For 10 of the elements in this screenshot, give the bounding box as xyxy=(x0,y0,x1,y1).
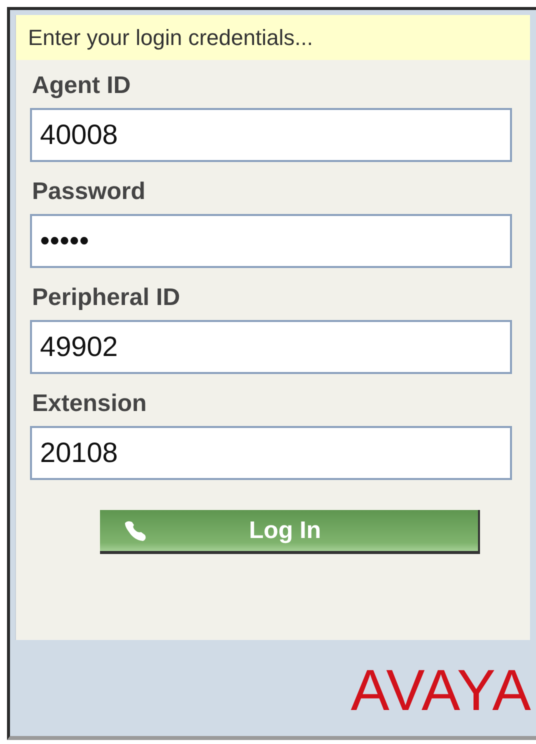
input-field[interactable]: 49902 xyxy=(30,320,512,374)
instruction-banner: Enter your login credentials... xyxy=(16,15,530,60)
field-label: Extension xyxy=(32,390,147,418)
field-label: Agent ID xyxy=(32,72,131,100)
logo: AVAYA xyxy=(350,662,532,720)
input-field[interactable]: 40008 xyxy=(30,108,512,162)
input-field[interactable]: ••••• xyxy=(30,214,512,268)
input-field[interactable]: 20108 xyxy=(30,426,512,480)
field-label: Peripheral ID xyxy=(32,284,180,312)
field-label: Password xyxy=(32,178,146,206)
